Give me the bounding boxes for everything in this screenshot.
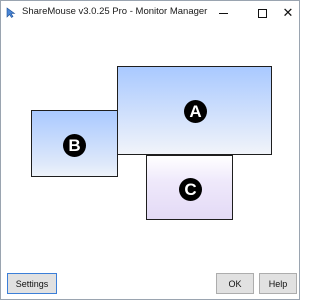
sharemouse-app-icon <box>6 7 16 18</box>
maximize-icon <box>257 8 267 18</box>
title-bar[interactable]: ShareMouse v3.0.25 Pro - Monitor Manager… <box>1 1 299 25</box>
close-icon: ✕ <box>282 5 294 21</box>
minimize-button[interactable] <box>208 1 238 25</box>
monitor-c-label: C <box>179 178 202 201</box>
close-button[interactable]: ✕ <box>273 1 303 25</box>
monitor-b[interactable]: B <box>31 110 118 177</box>
help-button[interactable]: Help <box>259 273 297 294</box>
monitor-c[interactable]: C <box>146 155 233 220</box>
minimize-icon <box>218 12 228 14</box>
settings-button[interactable]: Settings <box>7 273 57 294</box>
monitor-a[interactable]: A <box>117 66 272 155</box>
ok-button[interactable]: OK <box>216 273 254 294</box>
monitor-b-label: B <box>63 134 86 157</box>
monitor-manager-window: ShareMouse v3.0.25 Pro - Monitor Manager… <box>0 0 300 300</box>
window-title: ShareMouse v3.0.25 Pro - Monitor Manager <box>22 6 208 17</box>
monitor-a-label: A <box>184 100 207 123</box>
